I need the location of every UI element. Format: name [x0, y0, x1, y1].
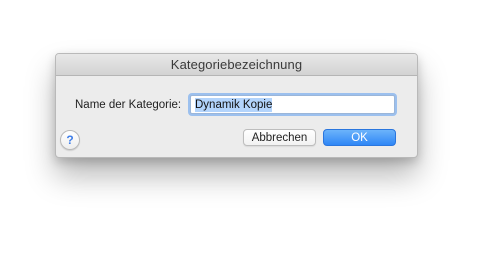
category-name-input[interactable]: Dynamik Kopie	[190, 95, 395, 114]
category-name-row: Name der Kategorie: Dynamik Kopie	[56, 95, 417, 117]
help-symbol: ?	[66, 133, 74, 147]
ok-button[interactable]: OK	[323, 129, 396, 146]
category-name-label: Name der Kategorie:	[75, 99, 182, 111]
ok-button-label: OK	[351, 131, 368, 144]
dialog-title: Kategoriebezeichnung	[56, 54, 417, 76]
category-name-value: Dynamik Kopie	[195, 97, 273, 112]
cancel-button-label: Abbrechen	[251, 131, 308, 144]
category-name-dialog: Kategoriebezeichnung Name der Kategorie:…	[55, 53, 418, 158]
cancel-button[interactable]: Abbrechen	[243, 129, 316, 146]
screen: Kategoriebezeichnung Name der Kategorie:…	[0, 0, 489, 256]
help-icon[interactable]: ?	[60, 130, 80, 150]
